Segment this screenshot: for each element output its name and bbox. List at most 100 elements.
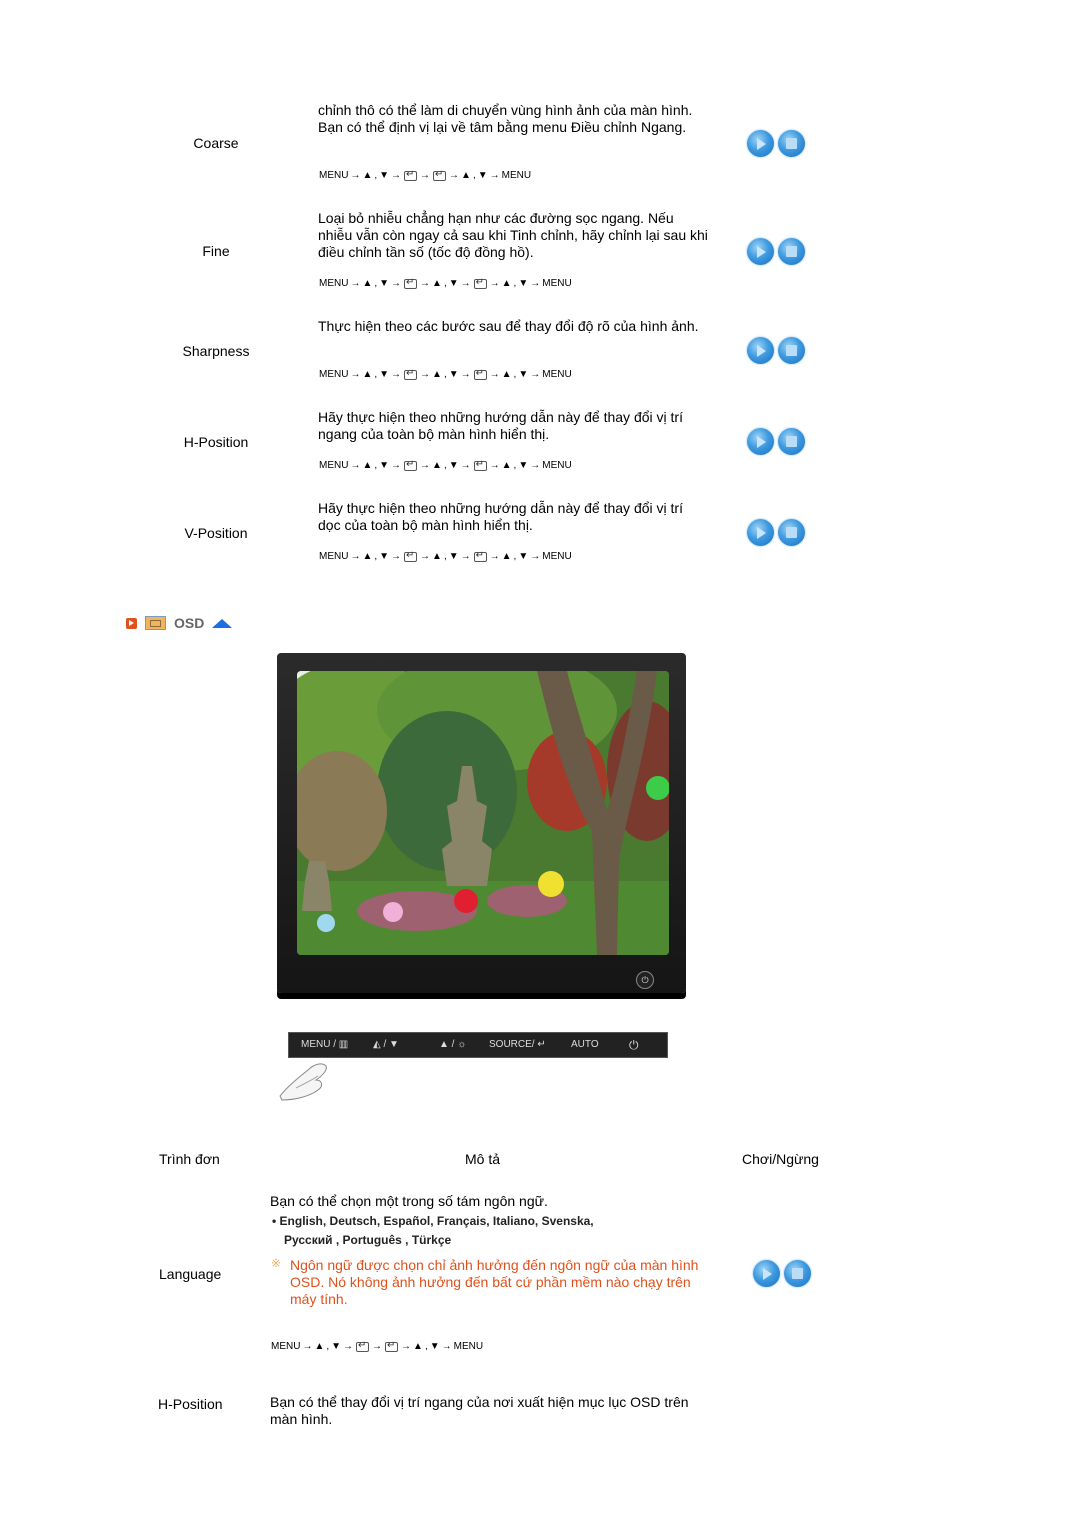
key-label: , xyxy=(443,369,447,380)
key-label: MENU xyxy=(319,278,349,289)
garden-photo xyxy=(297,671,669,955)
play-stop-controls xyxy=(747,238,805,265)
arrow-right-icon: → xyxy=(343,1341,354,1352)
row-desc-v-position: Hãy thực hiện theo những hướng dẫn này đ… xyxy=(318,500,683,533)
arrow-right-icon: → xyxy=(350,369,361,380)
arrow-right-icon: → xyxy=(460,460,471,471)
play-button[interactable] xyxy=(747,238,774,265)
enter-key-icon xyxy=(404,550,418,562)
arrow-right-icon: → xyxy=(489,369,500,380)
key-sequence: MENU→▲,▼→→→▲,▼→MENU xyxy=(318,169,532,182)
up-key-icon: ▲ xyxy=(501,551,512,562)
play-button[interactable] xyxy=(747,337,774,364)
arrow-right-icon: → xyxy=(350,551,361,562)
stop-button[interactable] xyxy=(778,428,805,455)
arrow-right-icon: → xyxy=(391,551,402,562)
down-key-icon: ▼ xyxy=(379,551,390,562)
arrow-right-icon: → xyxy=(401,1341,412,1352)
play-button[interactable] xyxy=(747,519,774,546)
row-label-language: Language xyxy=(159,1266,222,1282)
key-label: MENU xyxy=(319,460,349,471)
up-key-icon: ▲ xyxy=(501,369,512,380)
key-label: , xyxy=(374,278,378,289)
stop-button[interactable] xyxy=(778,337,805,364)
key-label: , xyxy=(374,551,378,562)
magic-down-key: ◭ / ▼ xyxy=(373,1039,399,1050)
osd-section-title: OSD xyxy=(174,615,205,631)
arrow-right-icon: → xyxy=(420,460,431,471)
arrow-right-icon: → xyxy=(530,278,541,289)
play-button[interactable] xyxy=(753,1260,780,1287)
key-label: MENU xyxy=(271,1341,301,1352)
stop-button[interactable] xyxy=(778,519,805,546)
arrow-right-icon: → xyxy=(420,170,431,181)
up-key-icon: ▲ xyxy=(432,551,442,562)
arrow-right-icon: → xyxy=(420,369,431,380)
up-key-icon: ▲ xyxy=(362,170,373,181)
enter-key-icon xyxy=(404,169,418,181)
row-label-fine: Fine xyxy=(202,243,230,259)
key-label: , xyxy=(443,551,447,562)
key-label: MENU xyxy=(501,170,532,181)
enter-key-icon xyxy=(473,277,487,289)
arrow-right-icon: → xyxy=(302,1341,313,1352)
monitor-screen-photo xyxy=(297,671,669,955)
play-marker-icon xyxy=(126,617,137,629)
up-key-icon: ▲ xyxy=(413,1341,423,1352)
key-label: , xyxy=(513,460,517,471)
key-label: , xyxy=(443,278,447,289)
down-key-icon: ▼ xyxy=(448,369,459,380)
up-key-icon: ▲ xyxy=(362,369,373,380)
key-sequence: MENU→▲,▼→→▲,▼→→▲,▼→MENU xyxy=(318,550,573,563)
source-key: SOURCE/ ↵ xyxy=(489,1039,546,1050)
arrow-right-icon: → xyxy=(350,460,361,471)
note-symbol-icon: ※ xyxy=(271,1256,282,1270)
up-key-icon: ▲ xyxy=(362,278,373,289)
up-key-icon: ▲ xyxy=(432,369,442,380)
play-button[interactable] xyxy=(747,130,774,157)
column-header-description: Mô tả xyxy=(465,1151,501,1167)
arrow-right-icon: → xyxy=(391,369,402,380)
down-key-icon: ▼ xyxy=(477,170,488,181)
row-desc-fine: Loại bỏ nhiễu chẳng hạn như các đường sọ… xyxy=(318,210,708,260)
arrow-right-icon: → xyxy=(350,278,361,289)
key-label: , xyxy=(513,551,517,562)
key-label: MENU xyxy=(319,369,349,380)
key-label: MENU xyxy=(453,1341,484,1352)
down-key-icon: ▼ xyxy=(379,369,390,380)
down-key-icon: ▼ xyxy=(379,278,390,289)
play-button[interactable] xyxy=(747,428,774,455)
up-key-icon: ▲ xyxy=(432,460,442,471)
down-key-icon: ▼ xyxy=(448,551,459,562)
up-key-icon: ▲ xyxy=(314,1341,325,1352)
enter-key-icon xyxy=(473,368,487,380)
up-key-icon: ▲ xyxy=(501,460,512,471)
language-note: Ngôn ngữ được chọn chỉ ảnh hưởng đến ngô… xyxy=(290,1257,699,1307)
arrow-right-icon: → xyxy=(489,551,500,562)
arrow-right-icon: → xyxy=(441,1341,452,1352)
down-key-icon: ▼ xyxy=(379,460,390,471)
key-label: MENU xyxy=(542,278,572,289)
row-label-coarse: Coarse xyxy=(193,135,239,151)
key-label: , xyxy=(374,460,378,471)
arrow-right-icon: → xyxy=(460,278,471,289)
enter-key-icon xyxy=(404,277,418,289)
stop-button[interactable] xyxy=(778,130,805,157)
stop-button[interactable] xyxy=(778,238,805,265)
stop-button[interactable] xyxy=(784,1260,811,1287)
arrow-right-icon: → xyxy=(489,460,500,471)
row-desc-coarse: chỉnh thô có thể làm di chuyển vùng hình… xyxy=(318,102,693,135)
up-arrow-icon[interactable] xyxy=(212,618,233,628)
arrow-right-icon: → xyxy=(489,278,500,289)
osd-control-bar: MENU / ▥ ◭ / ▼ ▲ / ☼ SOURCE/ ↵ AUTO ⏻ xyxy=(288,1032,668,1058)
row-label-v-position: V-Position xyxy=(184,525,248,541)
arrow-right-icon: → xyxy=(420,278,431,289)
key-label: , xyxy=(513,278,517,289)
key-sequence: MENU→▲,▼→→▲,▼→→▲,▼→MENU xyxy=(318,277,573,290)
column-header-play-stop: Chơi/Ngừng xyxy=(742,1151,819,1167)
key-label: MENU xyxy=(542,460,572,471)
column-header-menu: Trình đơn xyxy=(159,1151,220,1167)
arrow-right-icon: → xyxy=(420,551,431,562)
osd-menu-icon xyxy=(145,616,166,630)
auto-key: AUTO xyxy=(571,1039,599,1050)
